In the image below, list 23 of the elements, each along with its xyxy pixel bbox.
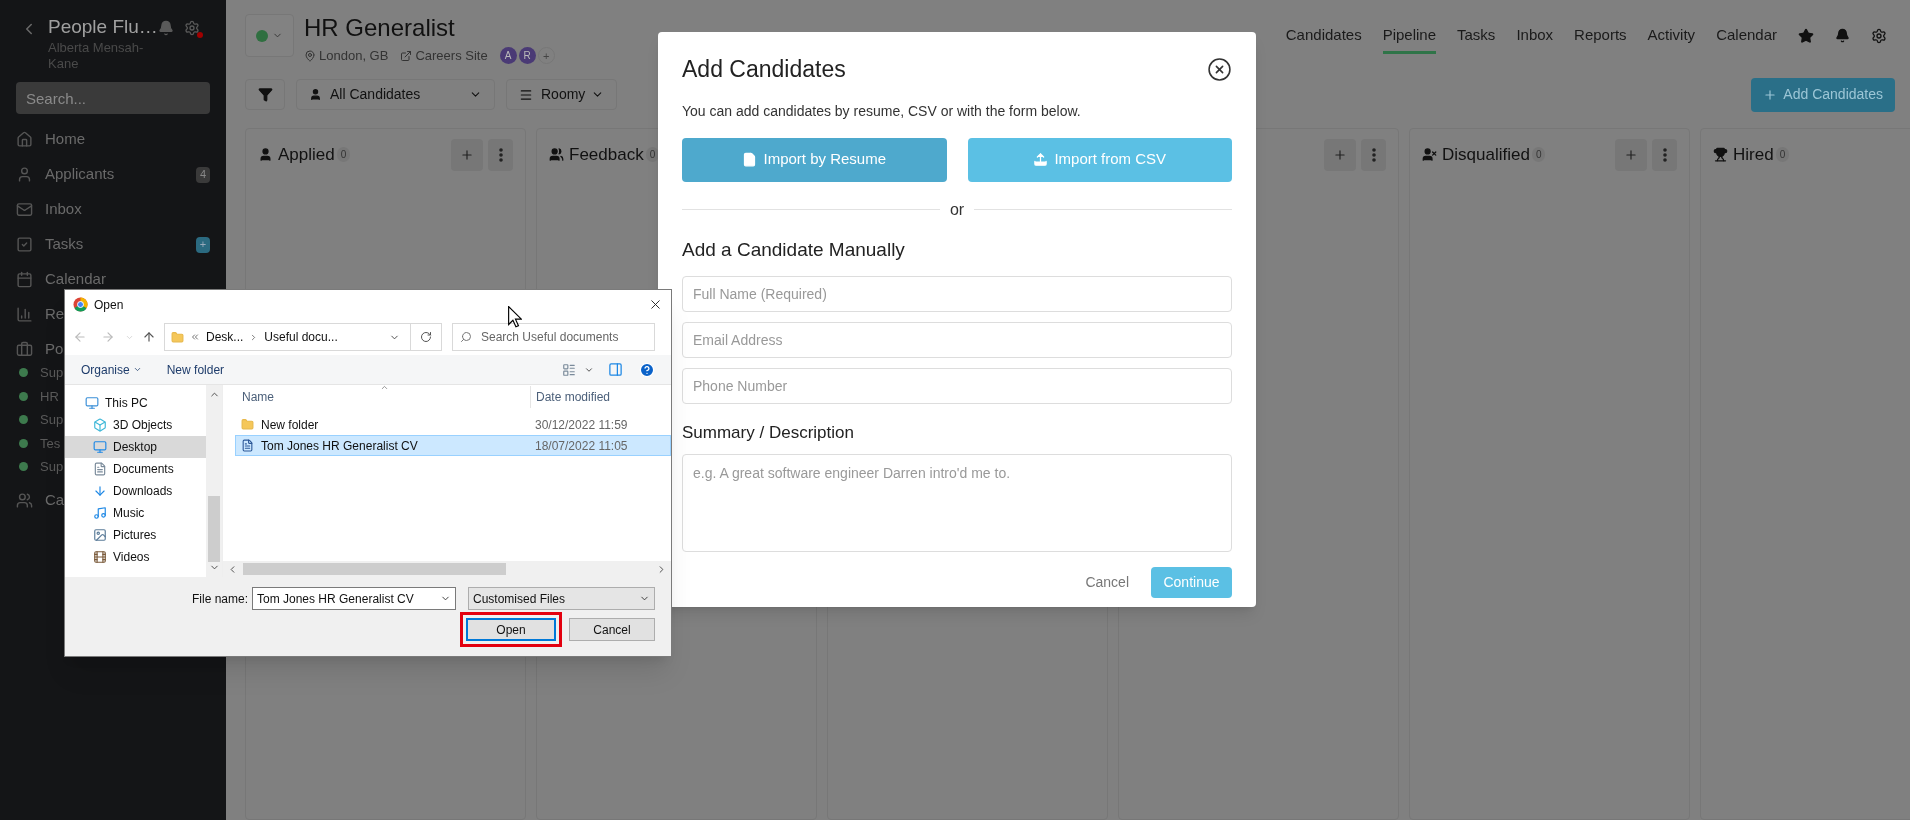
count-badge: 0 [645,147,660,162]
file-name: New folder [261,416,320,434]
count-badge: + [196,236,210,253]
column-title: Hired [1733,143,1774,166]
file-date: 18/07/2022 11:05 [535,437,628,455]
dialog-title: Add Candidates [682,55,846,84]
location-text: London, GB [319,47,389,65]
column-title: Applied [278,143,335,166]
dialog-description: You can add candidates by resume, CSV or with the form below. [682,101,1082,121]
column-title: Disqualified [1442,143,1530,166]
count-badge: 0 [1775,147,1790,162]
count-badge: 0 [1531,147,1546,162]
field-label: Summary / Description [682,422,855,444]
dialog-title: Open [94,296,124,314]
count-badge: 0 [336,147,351,162]
count-badge: 4 [196,166,210,183]
file-name: Tom Jones HR Generalist CV [261,437,419,455]
section-heading: Add a Candidate Manually [682,237,906,262]
field-label: File name: [191,590,248,608]
column-title: Feedback [569,143,644,166]
job-title: HR Generalist [304,14,456,42]
file-date: 30/12/2022 11:59 [535,416,628,434]
divider-text: or [949,199,965,220]
